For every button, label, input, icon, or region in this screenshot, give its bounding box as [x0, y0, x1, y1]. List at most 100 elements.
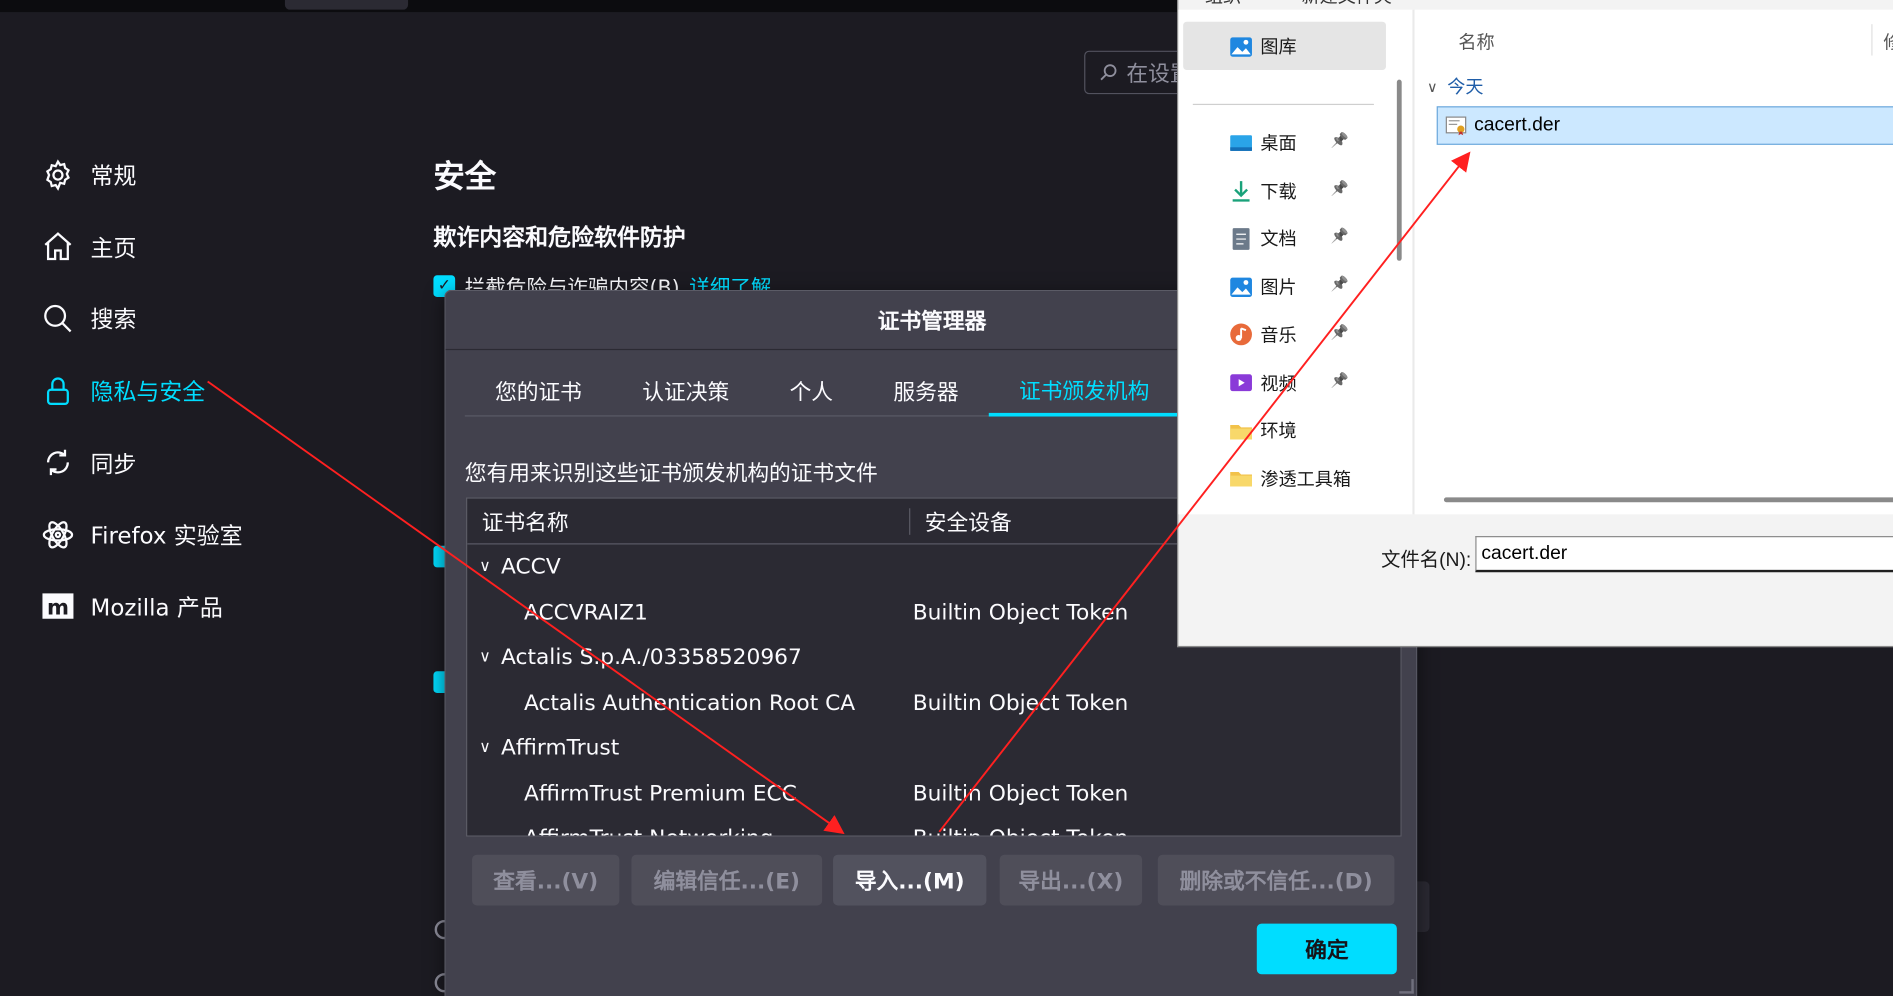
- settings-sidebar: 常规 主页 搜索 隐私与安全 同步 Firefox 实验室 m Mozilla …: [40, 139, 243, 643]
- sidebar-item-search[interactable]: 搜索: [40, 283, 243, 355]
- nav-item-download[interactable]: 下载: [1229, 178, 1297, 203]
- nav-pane: 图库 桌面 📌 下载 📌 文档 📌 图片 📌 音乐 📌 视频 📌 环境渗透工具箱: [1178, 9, 1414, 515]
- edit-trust-button[interactable]: 编辑信任...(E): [631, 854, 823, 906]
- nav-item-folder[interactable]: 环境: [1229, 418, 1297, 443]
- chevron-down-icon: ∨: [1427, 77, 1438, 95]
- labs-icon: [40, 516, 76, 552]
- column-name-header[interactable]: 名称: [1458, 29, 1494, 54]
- filename-label: 文件名(N):: [1381, 550, 1472, 572]
- desktop-icon: [1229, 131, 1253, 155]
- cert-row[interactable]: AffirmTrust Premium ECC Builtin Object To…: [467, 771, 1400, 816]
- search-icon: [40, 301, 76, 337]
- cert-group-row[interactable]: ∨ AffirmTrust: [467, 726, 1400, 771]
- pin-icon[interactable]: 📌: [1330, 371, 1348, 388]
- nav-item-folder[interactable]: 渗透工具箱: [1229, 466, 1351, 491]
- import-button[interactable]: 导入...(M): [833, 854, 987, 906]
- cert-name-cell: ACCVRAIZ1: [467, 600, 912, 625]
- chevron-down-icon[interactable]: ∨: [479, 739, 501, 757]
- nav-label: 音乐: [1260, 325, 1297, 347]
- nav-item-desktop[interactable]: 桌面: [1229, 130, 1297, 155]
- sidebar-item-label: Mozilla 产品: [90, 595, 223, 622]
- sidebar-item-general[interactable]: 常规: [40, 139, 243, 211]
- pin-icon[interactable]: 📌: [1330, 227, 1348, 244]
- tab-servers[interactable]: 服务器: [863, 366, 989, 417]
- file-row-selected[interactable]: cacert.der 2: [1436, 106, 1893, 145]
- sidebar-item-mozilla[interactable]: m Mozilla 产品: [40, 571, 243, 643]
- export-button[interactable]: 导出...(X): [999, 854, 1143, 906]
- column-separator[interactable]: [1871, 24, 1873, 56]
- cert-name-text: Actalis S.p.A./03358520967: [501, 645, 802, 671]
- sidebar-item-home[interactable]: 主页: [40, 211, 243, 283]
- certificate-file-icon: [1445, 115, 1467, 137]
- music-icon: [1229, 323, 1253, 347]
- screen: 在设置 常规 主页 搜索 隐私与安全 同步 Firefox 实验室 m Mozi…: [0, 0, 1893, 996]
- new-folder-button[interactable]: 新建文件夹: [1301, 0, 1392, 8]
- chevron-down-icon[interactable]: ∨: [479, 649, 501, 667]
- tab-people[interactable]: 个人: [759, 366, 863, 417]
- cert-name-cell: AffirmTrust Networking: [467, 826, 912, 835]
- svg-text:m: m: [47, 595, 69, 620]
- nav-label: 环境: [1260, 421, 1297, 443]
- column-cert-name[interactable]: 证书名称: [467, 507, 911, 535]
- cert-name-text: Actalis Authentication Root CA: [523, 690, 856, 716]
- filename-input[interactable]: cacert.der: [1475, 536, 1893, 573]
- organize-button[interactable]: 组织: [1205, 0, 1241, 8]
- tab-authorities[interactable]: 证书颁发机构: [988, 366, 1180, 417]
- pin-icon[interactable]: 📌: [1330, 180, 1348, 197]
- tab-stub[interactable]: [284, 0, 409, 10]
- cert-row[interactable]: Actalis Authentication Root CA Builtin Ob…: [467, 680, 1400, 725]
- nav-divider: [1192, 103, 1374, 106]
- file-dialog-toolbar: 组织 新建文件夹: [1178, 0, 1893, 10]
- pin-icon[interactable]: 📌: [1330, 132, 1348, 149]
- cert-name-cell: Actalis Authentication Root CA: [467, 690, 912, 715]
- sidebar-item-label: 常规: [90, 163, 137, 190]
- pin-icon[interactable]: 📌: [1330, 275, 1348, 292]
- resize-grip[interactable]: [1399, 979, 1414, 994]
- ok-button[interactable]: 确定: [1256, 923, 1397, 975]
- tab-your-certs[interactable]: 您的证书: [465, 366, 612, 417]
- column-security-device[interactable]: 安全设备: [910, 505, 1012, 536]
- nav-label: 图库: [1260, 37, 1297, 58]
- cert-name-text: ACCV: [501, 554, 561, 580]
- tab-auth-decisions[interactable]: 认证决策: [612, 366, 759, 417]
- nav-item-gallery[interactable]: 图库: [1229, 34, 1297, 59]
- view-button[interactable]: 查看...(V): [472, 854, 620, 906]
- lock-icon: [40, 373, 76, 409]
- group-today[interactable]: ∨ 今天: [1427, 74, 1484, 99]
- file-name: cacert.der: [1474, 114, 1561, 136]
- gear-icon: [40, 157, 76, 193]
- sidebar-item-label: 同步: [90, 451, 137, 478]
- delete-distrust-button[interactable]: 删除或不信任...(D): [1157, 854, 1395, 906]
- cert-name-text: AffirmTrust Premium ECC: [523, 780, 797, 807]
- nav-item-video[interactable]: 视频: [1229, 370, 1297, 395]
- sidebar-item-label: Firefox 实验室: [90, 523, 243, 550]
- column-modified-header[interactable]: 修: [1883, 29, 1893, 54]
- nav-label: 视频: [1260, 373, 1297, 395]
- tab-description: 您有用来识别这些证书颁发机构的证书文件: [464, 461, 878, 487]
- sidebar-item-privacy[interactable]: 隐私与安全: [40, 355, 243, 427]
- sidebar-item-labs[interactable]: Firefox 实验室: [40, 499, 243, 571]
- nav-item-music[interactable]: 音乐: [1229, 322, 1297, 347]
- chevron-down-icon[interactable]: ∨: [479, 558, 501, 576]
- sidebar-item-label: 主页: [90, 235, 137, 262]
- cert-name-text: ACCVRAIZ1: [523, 599, 648, 626]
- cert-name-cell: AffirmTrust Premium ECC: [467, 781, 912, 806]
- cert-row[interactable]: AffirmTrust Networking Builtin Object Tok…: [467, 816, 1400, 835]
- nav-label: 渗透工具箱: [1260, 469, 1351, 491]
- folder-icon: [1229, 466, 1253, 490]
- search-icon: [1100, 64, 1117, 81]
- nav-scrollbar[interactable]: [1396, 79, 1402, 261]
- sidebar-item-label: 隐私与安全: [90, 379, 206, 406]
- pin-icon[interactable]: 📌: [1330, 323, 1348, 340]
- browser-topbar: [0, 0, 1208, 13]
- nav-item-document[interactable]: 文档: [1229, 226, 1297, 251]
- nav-label: 下载: [1260, 181, 1297, 203]
- video-icon: [1229, 371, 1253, 395]
- cert-name-text: AffirmTrust: [501, 735, 620, 761]
- nav-label: 文档: [1260, 229, 1297, 251]
- nav-item-pictures[interactable]: 图片: [1229, 274, 1297, 299]
- home-icon: [40, 229, 76, 265]
- nav-label: 图片: [1260, 277, 1297, 299]
- horizontal-scrollbar[interactable]: [1443, 497, 1893, 503]
- sidebar-item-sync[interactable]: 同步: [40, 427, 243, 499]
